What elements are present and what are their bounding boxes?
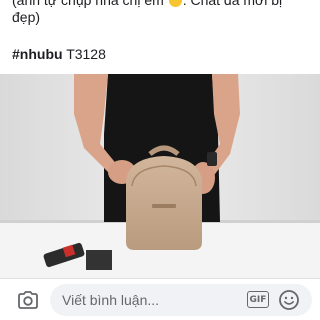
smile-emoji-icon	[168, 0, 182, 7]
emoji-button[interactable]	[278, 289, 300, 311]
comment-input[interactable]: Viết bình luận... GIF	[50, 284, 312, 316]
post-caption: (ảnh tự chụp nha chị em . Chất đã mơi bị…	[12, 0, 312, 26]
caption-line-1: (ảnh tự chụp nha chị em . Chất đã mơi bị	[12, 0, 312, 9]
gif-button[interactable]: GIF	[247, 291, 269, 308]
comment-placeholder: Viết bình luận...	[62, 292, 160, 308]
comment-bar: Viết bình luận... GIF	[0, 278, 320, 320]
photo-illustration	[0, 74, 320, 278]
caption-text: (ảnh tự chụp nha chị em	[12, 0, 164, 8]
smiley-icon	[279, 290, 299, 310]
camera-icon	[18, 291, 38, 309]
facebook-post-view: (ảnh tự chụp nha chị em . Chất đã mơi bị…	[0, 0, 320, 320]
camera-button[interactable]	[14, 287, 42, 313]
caption-text-tail: . Chất đã mơi bị	[182, 0, 283, 8]
post-photo[interactable]	[0, 74, 320, 278]
hashtag-link[interactable]: #nhubu	[12, 46, 63, 62]
product-code: T3128	[66, 46, 106, 62]
hashtag-row: #nhubu T3128	[12, 46, 106, 62]
caption-line-2: đẹp)	[12, 9, 41, 25]
